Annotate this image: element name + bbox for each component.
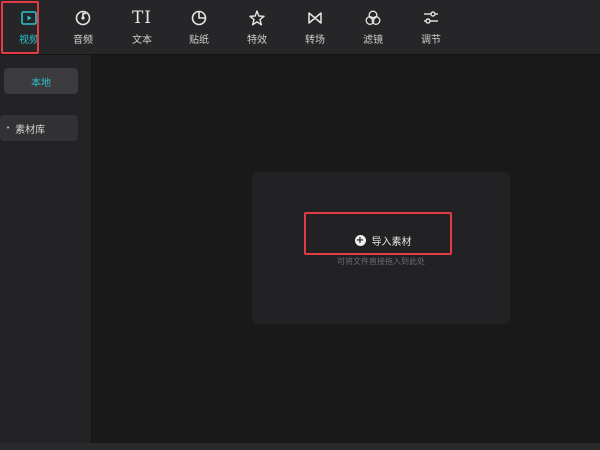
sticker-icon bbox=[189, 8, 209, 28]
tab-filter-label: 滤镜 bbox=[363, 35, 383, 46]
music-disc-icon bbox=[73, 8, 93, 28]
bowtie-transition-icon bbox=[305, 8, 325, 28]
drop-hint-text: 可将文件直接拖入到此处 bbox=[337, 257, 425, 266]
tab-sticker[interactable]: 贴纸 bbox=[171, 0, 227, 54]
sidebar-item-local-label: 本地 bbox=[31, 77, 51, 89]
tab-audio[interactable]: 音频 bbox=[55, 0, 111, 54]
tab-text-label: 文本 bbox=[132, 35, 152, 46]
sidebar-item-library[interactable]: • 素材库 bbox=[0, 115, 78, 141]
tab-effects-label: 特效 bbox=[247, 35, 267, 46]
tab-audio-label: 音频 bbox=[73, 35, 93, 46]
tab-adjust[interactable]: 调节 bbox=[403, 0, 459, 54]
import-button-highlight-box bbox=[304, 212, 452, 255]
tab-transition-label: 转场 bbox=[305, 35, 325, 46]
sparkle-star-icon bbox=[247, 8, 267, 28]
sidebar-item-local[interactable]: 本地 bbox=[4, 68, 78, 94]
tab-adjust-label: 调节 bbox=[421, 35, 441, 46]
left-sidebar: 本地 • 素材库 bbox=[0, 55, 92, 450]
bottom-bar bbox=[0, 443, 600, 450]
text-ti-icon: TI bbox=[131, 8, 153, 28]
tab-transition[interactable]: 转场 bbox=[287, 0, 343, 54]
sliders-icon bbox=[421, 8, 441, 28]
tab-effects[interactable]: 特效 bbox=[229, 0, 285, 54]
tab-sticker-label: 贴纸 bbox=[189, 35, 209, 46]
sidebar-item-library-label: 素材库 bbox=[15, 124, 46, 136]
tab-text[interactable]: TI 文本 bbox=[114, 0, 170, 54]
top-toolbar: 视频 音频 TI 文本 贴纸 特效 转场 滤镜 调节 bbox=[0, 0, 600, 55]
bullet-icon: • bbox=[6, 124, 11, 132]
video-tab-highlight-box bbox=[1, 1, 39, 54]
tab-filter[interactable]: 滤镜 bbox=[345, 0, 401, 54]
three-circles-filter-icon bbox=[363, 8, 383, 28]
